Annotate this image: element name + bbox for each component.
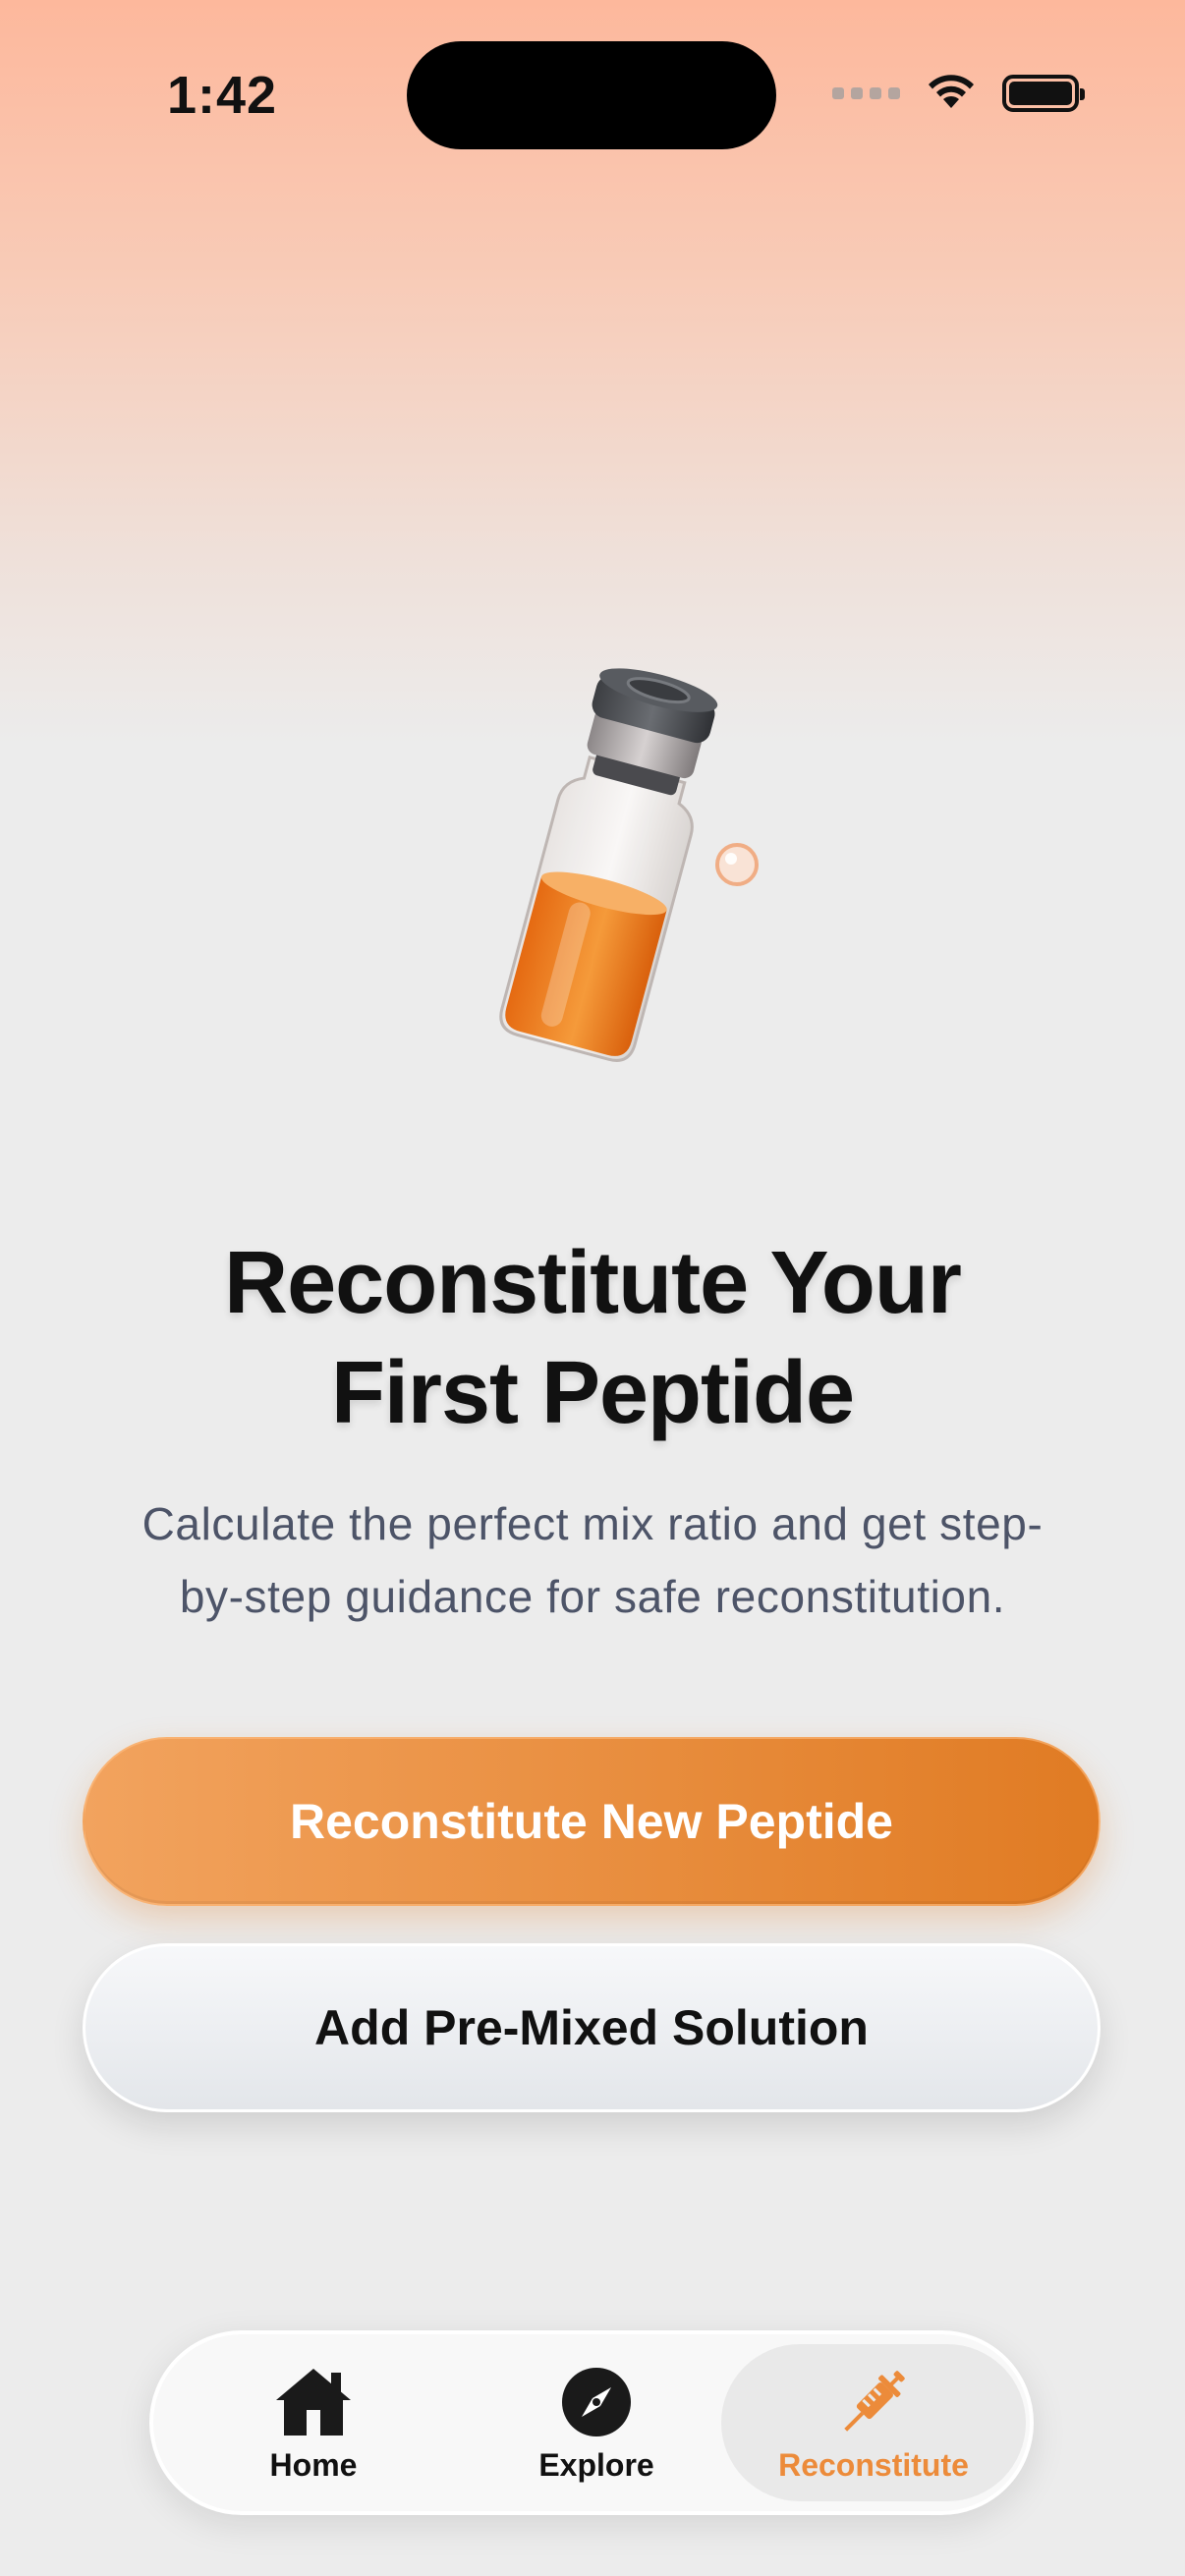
tab-explore-label: Explore (538, 2446, 654, 2483)
reconstitute-new-peptide-button[interactable]: Reconstitute New Peptide (83, 1737, 1100, 1906)
status-time: 1:42 (167, 66, 278, 125)
page-title-line-1: Reconstitute Your (224, 1234, 962, 1332)
page-subtitle: Calculate the perfect mix ratio and get … (79, 1487, 1106, 1633)
page-title-line-2: First Peptide (330, 1344, 855, 1442)
reconstitute-new-peptide-label: Reconstitute New Peptide (290, 1794, 893, 1849)
tab-reconstitute[interactable]: Reconstitute (721, 2344, 1026, 2501)
reconstitute-screen: 1:42 Reconstitute Your First Peptide Cal… (0, 0, 1185, 2576)
tab-home[interactable]: Home (173, 2344, 454, 2501)
compass-icon (555, 2363, 638, 2441)
home-icon (272, 2363, 355, 2441)
tab-bar: Home Explore Reconstitute (149, 2330, 1034, 2515)
add-pre-mixed-solution-label: Add Pre-Mixed Solution (314, 2000, 869, 2055)
page-title: Reconstitute Your First Peptide (0, 1228, 1185, 1448)
battery-icon (1002, 74, 1085, 112)
wifi-icon (926, 71, 977, 115)
status-icons (832, 71, 1085, 115)
syringe-icon (832, 2363, 915, 2441)
page-subtitle-line-1: Calculate the perfect mix ratio and get … (141, 1498, 1044, 1549)
cellular-signal-icon (832, 86, 900, 99)
page-subtitle-line-2: by-step guidance for safe reconstitution… (179, 1571, 1006, 1622)
add-pre-mixed-solution-button[interactable]: Add Pre-Mixed Solution (83, 1943, 1100, 2112)
tab-explore[interactable]: Explore (456, 2344, 737, 2501)
tab-home-label: Home (269, 2446, 358, 2483)
vial-icon (432, 668, 786, 1081)
dynamic-island (407, 41, 776, 149)
tab-reconstitute-label: Reconstitute (778, 2446, 969, 2483)
